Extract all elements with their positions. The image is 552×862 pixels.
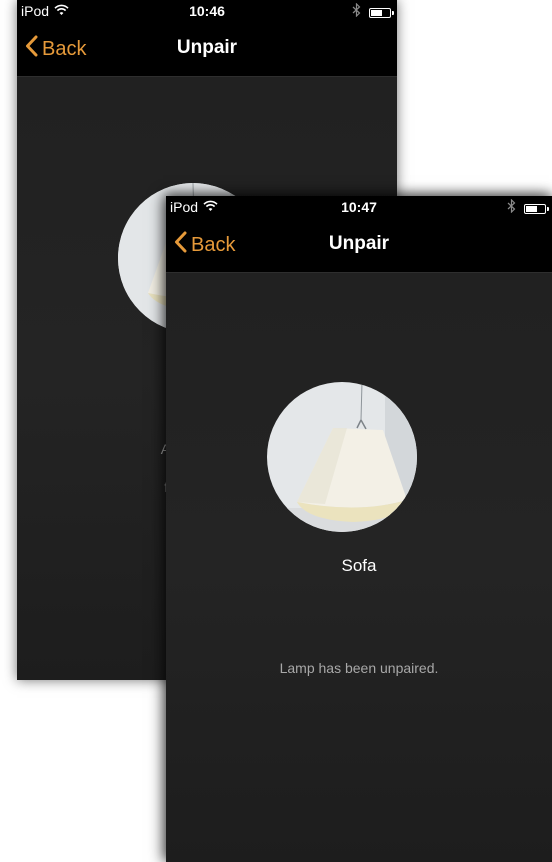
battery-icon: [369, 7, 394, 18]
battery-fill: [371, 9, 382, 16]
status-time: 10:47: [341, 199, 377, 215]
front-phone-screen: iPod 10:47 Back Unpair Sofa Lamp has bee…: [166, 196, 552, 862]
navigation-bar: Back Unpair: [17, 22, 397, 77]
bluetooth-icon: [507, 198, 516, 217]
status-bar: iPod 10:47: [166, 196, 552, 218]
lamp-photo: [267, 382, 417, 532]
status-indicators: [352, 2, 394, 21]
battery-tip: [392, 10, 394, 15]
unpaired-message: Lamp has been unpaired.: [279, 660, 439, 676]
page-title: Unpair: [328, 233, 390, 254]
status-time: 10:46: [189, 3, 225, 19]
navigation-bar: Back Unpair: [166, 218, 552, 273]
battery-icon: [524, 203, 549, 214]
battery-fill: [526, 205, 537, 212]
status-bar: iPod 10:46: [17, 0, 397, 22]
status-indicators: [507, 198, 549, 217]
battery-tip: [547, 206, 549, 211]
page-title: Unpair: [176, 37, 238, 58]
device-name: Sofa: [341, 556, 377, 575]
bluetooth-icon: [352, 2, 361, 21]
screenshot-stage: iPod 10:46 Back Unpair iPod 10:47 Back U…: [0, 0, 552, 862]
